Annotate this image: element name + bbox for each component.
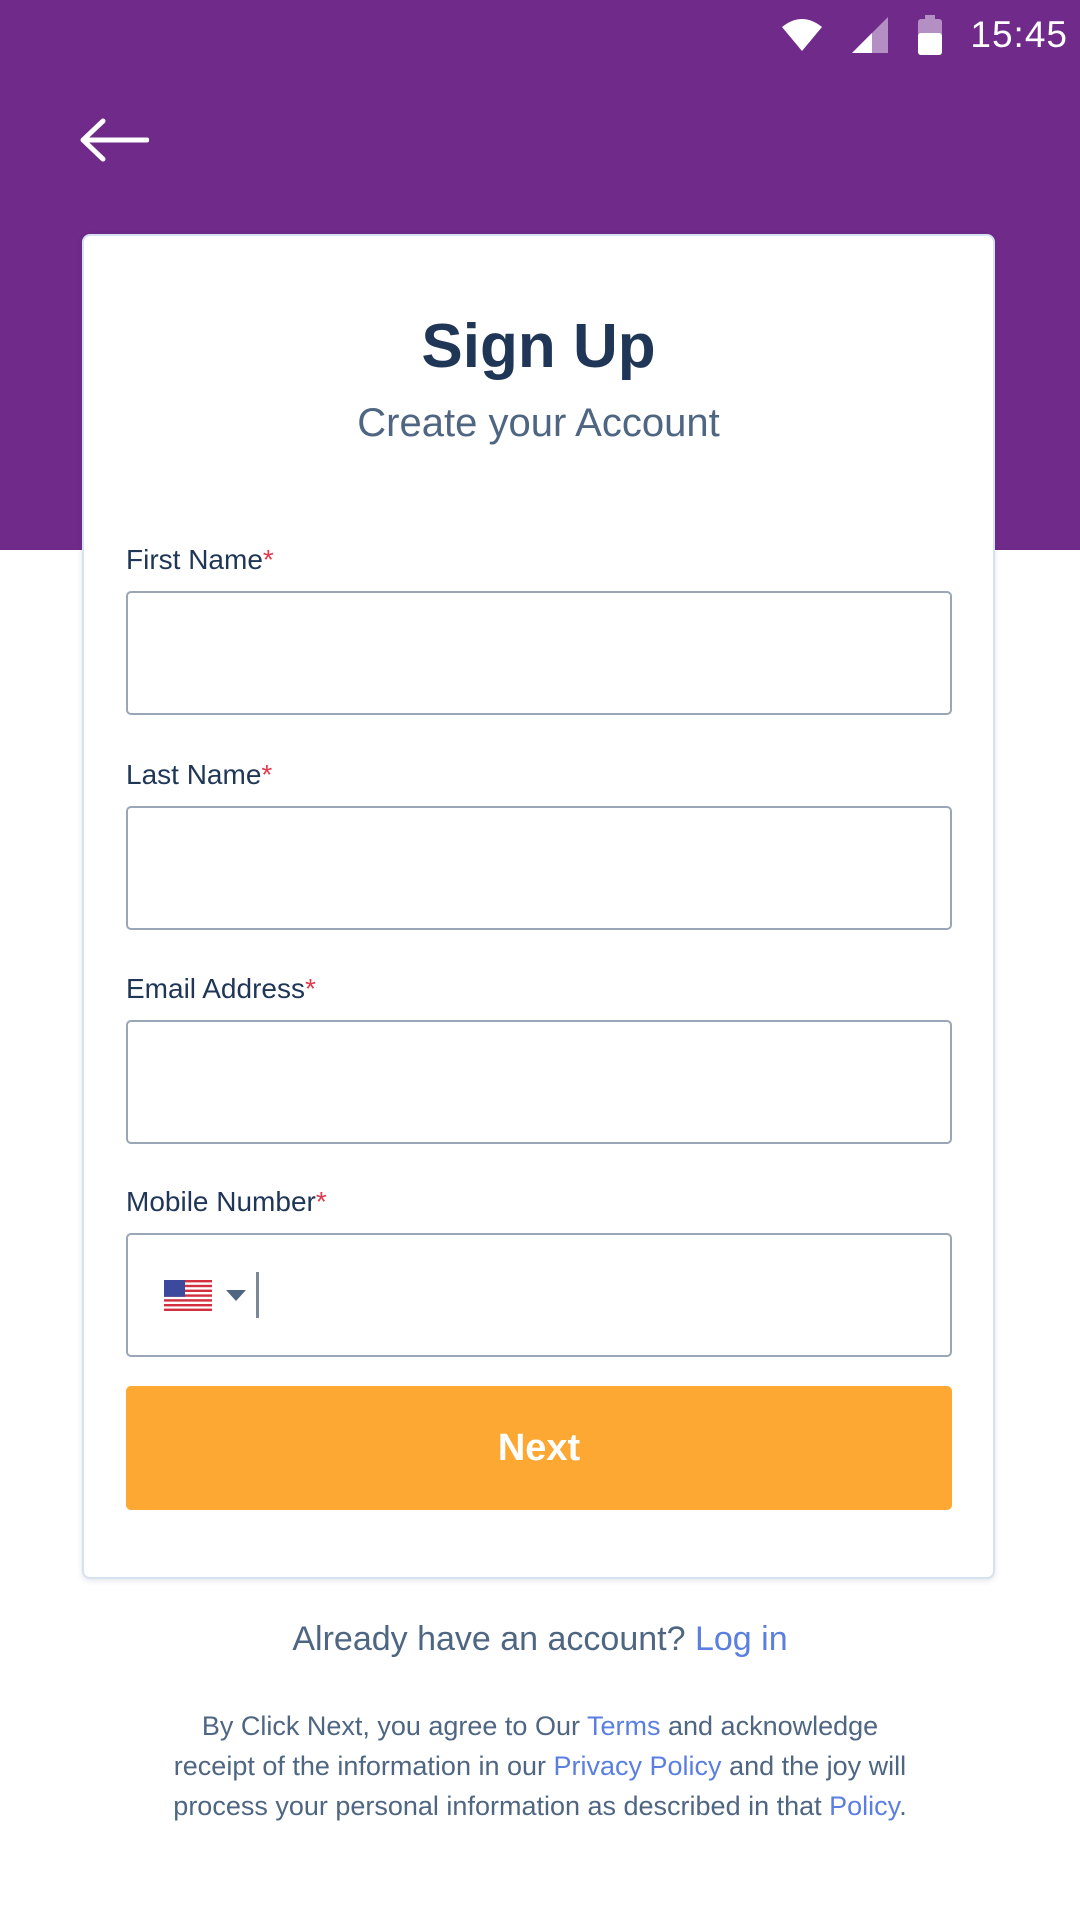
email-field[interactable]: [126, 1020, 952, 1144]
first-name-label: First Name*: [126, 544, 274, 575]
battery-icon: [918, 15, 943, 55]
log-in-link[interactable]: Log in: [695, 1620, 788, 1658]
status-bar: 15:45: [0, 0, 1080, 70]
country-dropdown-caret-icon[interactable]: [226, 1289, 246, 1301]
signup-screen: 15:45 Sign Up Create your Account First …: [0, 0, 1080, 1920]
legal-disclaimer: By Click Next, you agree to Our Terms an…: [173, 1711, 907, 1821]
us-flag-icon[interactable]: [164, 1279, 212, 1311]
first-name-field[interactable]: [126, 591, 952, 715]
mobile-number-label: Mobile Number*: [126, 1186, 327, 1217]
login-prompt: Already have an account? Log in: [292, 1620, 788, 1658]
cell-signal-icon: [852, 17, 889, 53]
required-marker: *: [315, 1186, 327, 1217]
last-name-label: Last Name*: [126, 759, 273, 790]
required-marker: *: [262, 544, 274, 575]
mobile-number-field[interactable]: [126, 1233, 952, 1357]
arrow-left-icon: [79, 118, 150, 167]
last-name-field[interactable]: [126, 806, 952, 930]
required-marker: *: [304, 973, 316, 1004]
page-subtitle: Create your Account: [357, 401, 720, 445]
required-marker: *: [261, 759, 273, 790]
email-label: Email Address*: [126, 973, 316, 1004]
terms-link[interactable]: Terms: [587, 1711, 661, 1741]
next-button[interactable]: Next: [126, 1386, 952, 1510]
text-cursor: [256, 1272, 259, 1318]
page-title: Sign Up: [421, 312, 656, 381]
wifi-icon: [782, 18, 823, 52]
status-time: 15:45: [970, 14, 1068, 55]
policy-link[interactable]: Policy: [829, 1791, 899, 1821]
privacy-policy-link[interactable]: Privacy Policy: [554, 1751, 722, 1781]
back-button[interactable]: [78, 112, 150, 172]
signup-card: Sign Up Create your Account First Name* …: [82, 234, 995, 1579]
